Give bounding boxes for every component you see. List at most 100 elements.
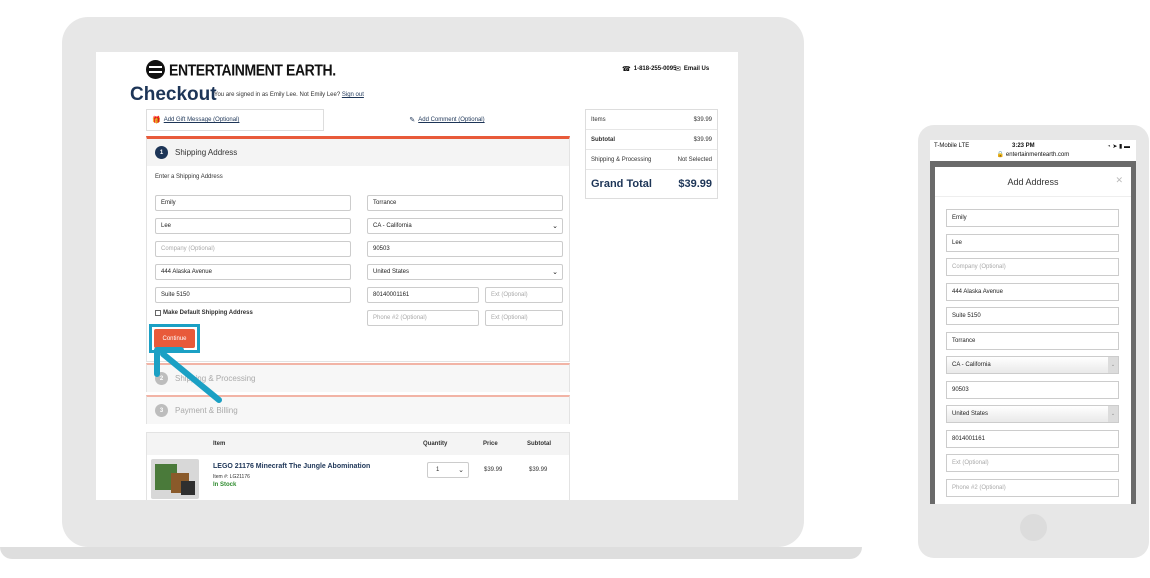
address-line2-input[interactable]: Suite 5150 [155,287,351,303]
chevron-down-icon: ⌄ [552,223,558,230]
country-select[interactable]: United States ⌄ [367,264,563,280]
phone-status-bar: T-Mobile LTE 3:23 PM ◔ ➤ ▮ ▬ 🔒 entertain… [930,140,1136,160]
grand-total-label: Grand Total [591,178,652,190]
checkbox-box [155,310,161,316]
address-bar[interactable]: 🔒 entertainmentearth.com [930,151,1136,158]
email-contact[interactable]: ✉ Email Us [675,65,709,73]
site-logo[interactable]: ENTERTAINMENT EARTH. [146,60,336,79]
step-title: Payment & Billing [175,406,238,415]
status-time: 3:23 PM [1012,143,1035,149]
summary-label: Shipping & Processing [591,156,652,163]
phone-input-field[interactable]: 8014001161 [946,429,1119,448]
order-summary: Items $39.99 Subtotal $39.99 Shipping & … [585,109,718,199]
field-value: Torrance [952,337,976,344]
phone-input-field[interactable]: Torrance [946,331,1119,350]
edit-icon: ✎ [409,117,416,124]
phone-screen: T-Mobile LTE 3:23 PM ◔ ➤ ▮ ▬ 🔒 entertain… [930,140,1136,504]
city-input[interactable]: Torrance [367,195,563,211]
summary-value: $39.99 [693,116,712,123]
envelope-icon: ✉ [675,66,681,73]
field-value: Suite 5150 [952,313,981,319]
signed-in-text: You are signed in as Emily Lee. Not Emil… [214,92,341,98]
state-value: CA - California [373,223,412,229]
phone-home-button[interactable] [1020,514,1047,541]
field-value: Ext (Optional) [952,460,989,466]
summary-label: Subtotal [591,136,615,143]
chevron-down-icon: ⌄ [458,467,464,474]
cart-items-table: Item Quantity Price Subtotal LEGO 21176 … [146,432,570,500]
phone2-input[interactable]: Phone #2 (Optional) [367,310,479,326]
phone-input-field[interactable]: Lee [946,233,1119,252]
product-item-number: Item #: LG21176 [213,474,250,480]
phone-input[interactable]: 80140001161 [367,287,479,303]
phone-input-field[interactable]: Suite 5150 [946,307,1119,325]
phone-input-field[interactable]: Ext (Optional) [946,454,1119,472]
comment-label: Add Comment (Optional) [418,117,485,123]
add-address-modal: Add Address ✕ Emily Lee Company (Optional)… [935,167,1131,504]
step-header-shipping-address[interactable]: 1 Shipping Address [147,139,569,166]
signed-in-notice: You are signed in as Emily Lee. Not Emil… [214,92,364,98]
summary-shipping-row: Shipping & Processing Not Selected [586,150,717,170]
phone-input-field[interactable]: 90503 [946,380,1119,399]
field-value: 90503 [952,386,969,393]
field-value: Company (Optional) [952,264,1006,270]
phone-select-field[interactable]: CA - California ⌄ [946,356,1119,374]
phone-input-field[interactable]: Company (Optional) [946,258,1119,276]
field-value: 8014001161 [952,435,985,442]
field-value: Lee [952,239,963,246]
country-value: United States [373,269,410,275]
product-name-link[interactable]: LEGO 21176 Minecraft The Jungle Abominat… [213,463,370,470]
state-select[interactable]: CA - California ⌄ [367,218,563,234]
shipping-address-panel: 1 Shipping Address Enter a Shipping Addr… [146,136,570,362]
chevron-down-icon: ⌄ [552,269,558,276]
pointer-arrow-icon [154,347,222,403]
stock-status: In Stock [213,482,237,488]
close-icon[interactable]: ✕ [1115,175,1123,186]
phone-icon: ☎ [622,66,631,73]
step-number: 1 [155,146,168,159]
gift-message-label: Add Gift Message (Optional) [163,117,240,123]
quantity-select[interactable]: 1 ⌄ [427,462,469,478]
phone-input-field[interactable]: Phone #2 (Optional) [946,478,1119,497]
default-address-checkbox[interactable]: Make Default Shipping Address [155,310,253,316]
company-input[interactable]: Company (Optional) [155,241,351,257]
first-name-input[interactable]: Emily [155,195,351,211]
chevron-down-icon: ⌄ [1108,357,1118,373]
chevron-down-icon: ⌄ [1108,406,1118,422]
phone-ext-input[interactable]: Ext (Optional) [485,287,563,303]
sign-out-link[interactable]: Sign out [342,92,364,98]
last-name-input[interactable]: Lee [155,218,351,234]
step-title: Shipping Address [175,148,238,157]
url-text: entertainmentearth.com [1005,152,1070,158]
email-label: Email Us [683,66,710,72]
gift-message-button[interactable]: 🎁 Add Gift Message (Optional) [146,109,324,131]
address-line1-input[interactable]: 444 Alaska Avenue [155,264,351,280]
summary-items-row: Items $39.99 [586,110,717,130]
phone-input-field[interactable]: Emily [946,209,1119,227]
item-subtotal: $39.99 [529,467,548,473]
phone-contact[interactable]: ☎ 1-818-255-0095 [622,65,676,73]
earth-logo-icon [146,60,165,79]
shipping-instruction: Enter a Shipping Address [155,174,223,180]
summary-value: Not Selected [677,156,712,163]
phone-select-field[interactable]: United States ⌄ [946,405,1119,423]
field-value: Emily [952,215,967,221]
battery-icon: ◔ ➤ ▮ ▬ [1107,144,1130,150]
column-header-subtotal: Subtotal [527,441,551,447]
phone-input-field[interactable]: 444 Alaska Avenue [946,282,1119,301]
page-title: Checkout [130,84,217,105]
zip-input[interactable]: 90503 [367,241,563,257]
summary-grand-total-row: Grand Total $39.99 [586,170,717,198]
field-value: CA - California [952,362,991,368]
summary-value: $39.99 [693,136,712,143]
phone2-ext-input[interactable]: Ext (Optional) [485,310,563,326]
default-address-label: Make Default Shipping Address [163,310,253,316]
modal-header: Add Address ✕ [935,167,1131,197]
add-comment-button[interactable]: ✎ Add Comment (Optional) [324,109,570,131]
field-value: United States [952,411,989,417]
gift-icon: 🎁 [152,117,161,124]
logo-text: ENTERTAINMENT EARTH. [169,60,336,79]
item-price: $39.99 [484,467,503,473]
optional-extras-row: 🎁 Add Gift Message (Optional) ✎ Add Comm… [146,109,570,131]
product-thumbnail[interactable] [151,459,199,499]
